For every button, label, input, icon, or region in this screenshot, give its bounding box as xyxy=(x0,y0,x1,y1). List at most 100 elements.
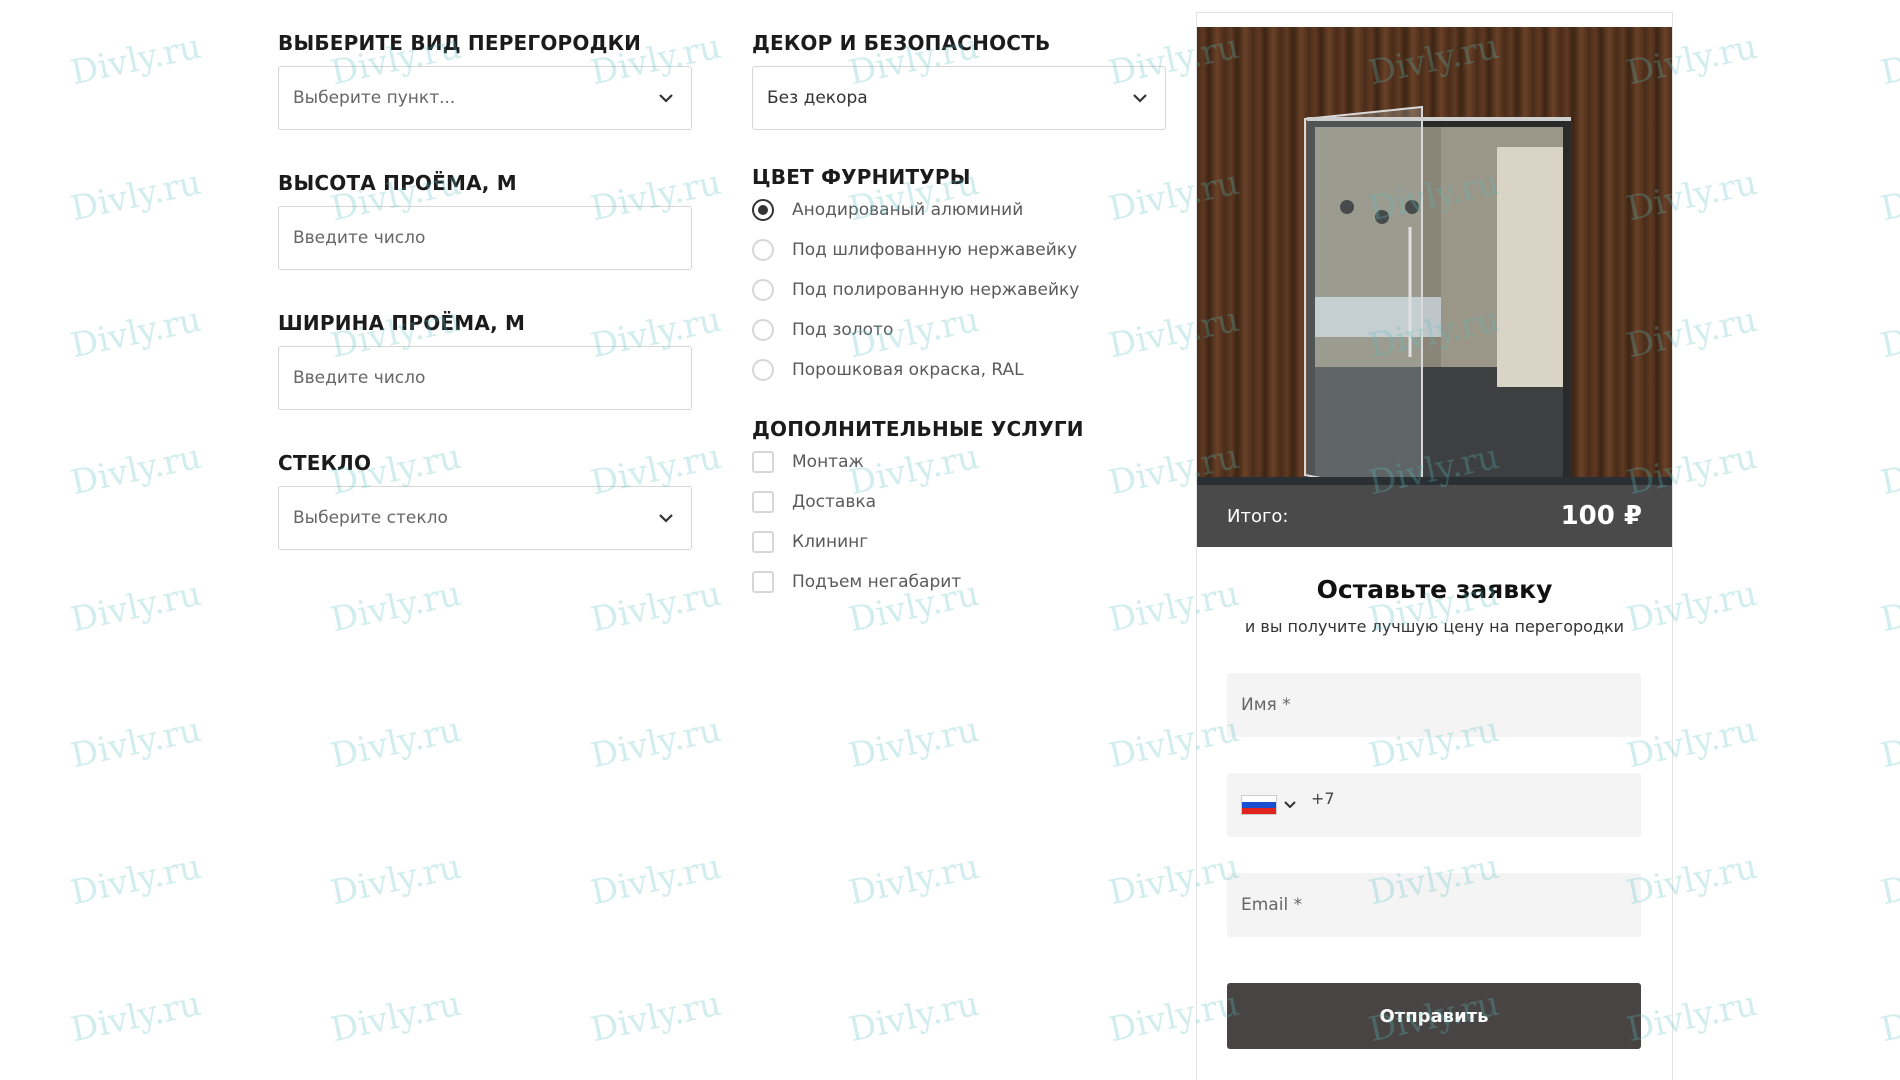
service-option-label: Доставка xyxy=(792,492,877,512)
fittings-title: ЦВЕТ ФУРНИТУРЫ xyxy=(752,165,971,189)
fittings-option[interactable]: Под золото xyxy=(752,310,1166,350)
width-input[interactable]: Введите число xyxy=(278,346,692,410)
name-input[interactable]: Имя * xyxy=(1227,673,1641,737)
watermark-text: Divly.ru xyxy=(1877,299,1900,367)
fittings-option-label: Под полированную нержавейку xyxy=(792,280,1080,300)
partition-type-select[interactable]: Выберите пункт... xyxy=(278,66,692,130)
watermark-text: Divly.ru xyxy=(67,709,205,777)
partition-type-block: ВЫБЕРИТЕ ВИД ПЕРЕГОРОДКИ Выберите пункт.… xyxy=(278,30,692,130)
watermark-text: Divly.ru xyxy=(1877,709,1900,777)
height-block: ВЫСОТА ПРОЁМА, М Введите число xyxy=(278,170,692,270)
watermark-text: Divly.ru xyxy=(327,846,465,914)
width-block: ШИРИНА ПРОЁМА, М Введите число xyxy=(278,310,692,410)
height-placeholder: Введите число xyxy=(293,228,426,248)
services-title: ДОПОЛНИТЕЛЬНЫЕ УСЛУГИ xyxy=(752,417,1084,441)
chevron-down-icon[interactable] xyxy=(1283,800,1297,810)
height-title: ВЫСОТА ПРОЁМА, М xyxy=(278,171,517,195)
service-option[interactable]: Доставка xyxy=(752,482,1166,522)
email-placeholder: Email * xyxy=(1241,895,1303,915)
partition-photo xyxy=(1197,27,1672,499)
watermark-text: Divly.ru xyxy=(67,846,205,914)
watermark-text: Divly.ru xyxy=(1877,436,1900,504)
fittings-option[interactable]: Анодированый алюминий xyxy=(752,190,1166,230)
decor-title: ДЕКОР И БЕЗОПАСНОСТЬ xyxy=(752,31,1051,55)
watermark-text: Divly.ru xyxy=(587,573,725,641)
glass-placeholder: Выберите стекло xyxy=(293,508,448,528)
checkbox[interactable] xyxy=(752,451,774,473)
form-title: Оставьте заявку xyxy=(1316,575,1553,604)
watermark-text: Divly.ru xyxy=(67,26,205,94)
calculator-left-column: ВЫБЕРИТЕ ВИД ПЕРЕГОРОДКИ Выберите пункт.… xyxy=(278,30,692,550)
submit-button[interactable]: Отправить xyxy=(1227,983,1641,1049)
service-option[interactable]: Подъем негабарит xyxy=(752,562,1166,602)
total-value: 100 ₽ xyxy=(1560,501,1642,531)
russia-flag-icon[interactable] xyxy=(1241,795,1277,815)
watermark-text: Divly.ru xyxy=(327,573,465,641)
chevron-down-icon xyxy=(1129,87,1151,109)
total-label: Итого: xyxy=(1227,505,1289,527)
width-placeholder: Введите число xyxy=(293,368,426,388)
watermark-text: Divly.ru xyxy=(1877,162,1900,230)
fittings-option-label: Под золото xyxy=(792,320,894,340)
glass-partition-illustration xyxy=(1197,105,1672,499)
fittings-option[interactable]: Порошковая окраска, RAL xyxy=(752,350,1166,390)
partition-type-title: ВЫБЕРИТЕ ВИД ПЕРЕГОРОДКИ xyxy=(278,31,642,55)
phone-code: +7 xyxy=(1311,788,1335,808)
watermark-text: Divly.ru xyxy=(67,573,205,641)
watermark-text: Divly.ru xyxy=(587,983,725,1051)
watermark-text: Divly.ru xyxy=(1877,573,1900,641)
watermark-text: Divly.ru xyxy=(1877,983,1900,1051)
watermark-text: Divly.ru xyxy=(1877,26,1900,94)
service-option[interactable]: Клининг xyxy=(752,522,1166,562)
fittings-option[interactable]: Под полированную нержавейку xyxy=(752,270,1166,310)
glass-title: СТЕКЛО xyxy=(278,451,372,475)
service-option-label: Монтаж xyxy=(792,452,864,472)
height-input[interactable]: Введите число xyxy=(278,206,692,270)
watermark-text: Divly.ru xyxy=(845,983,983,1051)
radio[interactable] xyxy=(752,279,774,301)
radio[interactable] xyxy=(752,319,774,341)
decor-block: ДЕКОР И БЕЗОПАСНОСТЬ Без декора xyxy=(752,30,1166,130)
fittings-radio-group: Анодированый алюминий Под шлифованную не… xyxy=(752,190,1166,390)
calculator-middle-column: ДЕКОР И БЕЗОПАСНОСТЬ Без декора ЦВЕТ ФУР… xyxy=(752,30,1166,602)
watermark-text: Divly.ru xyxy=(327,983,465,1051)
fittings-block: ЦВЕТ ФУРНИТУРЫ Анодированый алюминий Под… xyxy=(752,164,1166,390)
fittings-option-label: Порошковая окраска, RAL xyxy=(792,360,1024,380)
services-checkbox-group: Монтаж Доставка Клининг Подъем негабарит xyxy=(752,442,1166,602)
glass-select[interactable]: Выберите стекло xyxy=(278,486,692,550)
decor-value: Без декора xyxy=(767,88,868,108)
phone-input[interactable]: +7 xyxy=(1227,773,1641,837)
decor-select[interactable]: Без декора xyxy=(752,66,1166,130)
fittings-option-label: Анодированый алюминий xyxy=(792,200,1024,220)
service-option-label: Подъем негабарит xyxy=(792,572,962,592)
services-block: ДОПОЛНИТЕЛЬНЫЕ УСЛУГИ Монтаж Доставка Кл… xyxy=(752,416,1166,602)
chevron-down-icon xyxy=(655,87,677,109)
watermark-text: Divly.ru xyxy=(845,846,983,914)
checkbox[interactable] xyxy=(752,571,774,593)
watermark-text: Divly.ru xyxy=(845,709,983,777)
service-option[interactable]: Монтаж xyxy=(752,442,1166,482)
watermark-text: Divly.ru xyxy=(587,709,725,777)
watermark-text: Divly.ru xyxy=(67,299,205,367)
order-card: Итого: 100 ₽ Оставьте заявку и вы получи… xyxy=(1196,12,1673,1080)
glass-block: СТЕКЛО Выберите стекло xyxy=(278,450,692,550)
radio[interactable] xyxy=(752,359,774,381)
radio-selected[interactable] xyxy=(752,199,774,221)
width-title: ШИРИНА ПРОЁМА, М xyxy=(278,311,526,335)
service-option-label: Клининг xyxy=(792,532,869,552)
fittings-option-label: Под шлифованную нержавейку xyxy=(792,240,1078,260)
watermark-text: Divly.ru xyxy=(1877,846,1900,914)
checkbox[interactable] xyxy=(752,491,774,513)
watermark-text: Divly.ru xyxy=(587,846,725,914)
total-bar: Итого: 100 ₽ xyxy=(1197,485,1672,547)
fittings-option[interactable]: Под шлифованную нержавейку xyxy=(752,230,1166,270)
watermark-text: Divly.ru xyxy=(67,983,205,1051)
name-placeholder: Имя * xyxy=(1241,695,1291,715)
partition-type-placeholder: Выберите пункт... xyxy=(293,88,456,108)
radio[interactable] xyxy=(752,239,774,261)
form-subtitle: и вы получите лучшую цену на перегородки xyxy=(1244,617,1625,636)
watermark-text: Divly.ru xyxy=(67,436,205,504)
chevron-down-icon xyxy=(655,507,677,529)
checkbox[interactable] xyxy=(752,531,774,553)
email-input[interactable]: Email * xyxy=(1227,873,1641,937)
